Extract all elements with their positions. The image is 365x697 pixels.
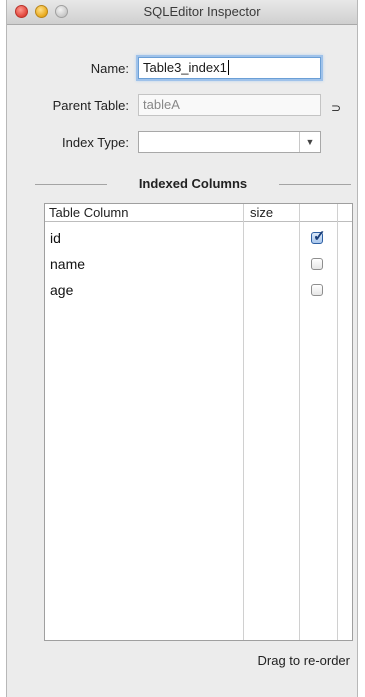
include-checkbox[interactable]: ✓ <box>311 228 326 245</box>
table-header: Table Column size <box>45 204 352 222</box>
row-column-name: name <box>50 256 86 272</box>
column-divider <box>299 204 300 640</box>
parent-table-field: tableA <box>138 94 321 116</box>
text-caret <box>227 60 229 75</box>
checkmark-icon: ✓ <box>313 228 326 245</box>
name-field[interactable]: Table3_index1 <box>138 57 321 79</box>
header-table-column[interactable]: Table Column <box>49 205 129 220</box>
indexed-columns-table[interactable]: Table Column size id ✓ name age <box>44 203 353 641</box>
link-icon[interactable]: ⊃ <box>331 101 341 115</box>
window-title: SQLEditor Inspector <box>143 4 261 19</box>
reorder-hint: Drag to re-order <box>257 653 350 668</box>
chevron-down-icon[interactable]: ▼ <box>299 132 320 152</box>
section-title: Indexed Columns <box>138 176 248 191</box>
name-value: Table3_index1 <box>143 60 227 75</box>
include-checkbox[interactable] <box>311 284 323 296</box>
column-divider <box>243 204 244 640</box>
title-bar[interactable]: SQLEditor Inspector <box>7 0 357 25</box>
index-type-label: Index Type: <box>62 135 129 150</box>
header-size[interactable]: size <box>250 205 273 220</box>
indexed-columns-header: Indexed Columns <box>35 176 351 192</box>
column-divider <box>337 204 338 640</box>
inspector-window: SQLEditor Inspector Name: Table3_index1 … <box>6 0 358 697</box>
parent-table-label: Parent Table: <box>52 98 129 113</box>
index-type-select[interactable]: ▼ <box>138 131 321 153</box>
name-label: Name: <box>90 61 129 76</box>
include-checkbox[interactable] <box>311 258 323 270</box>
row-column-name: id <box>50 230 61 246</box>
row-column-name: age <box>50 282 74 298</box>
